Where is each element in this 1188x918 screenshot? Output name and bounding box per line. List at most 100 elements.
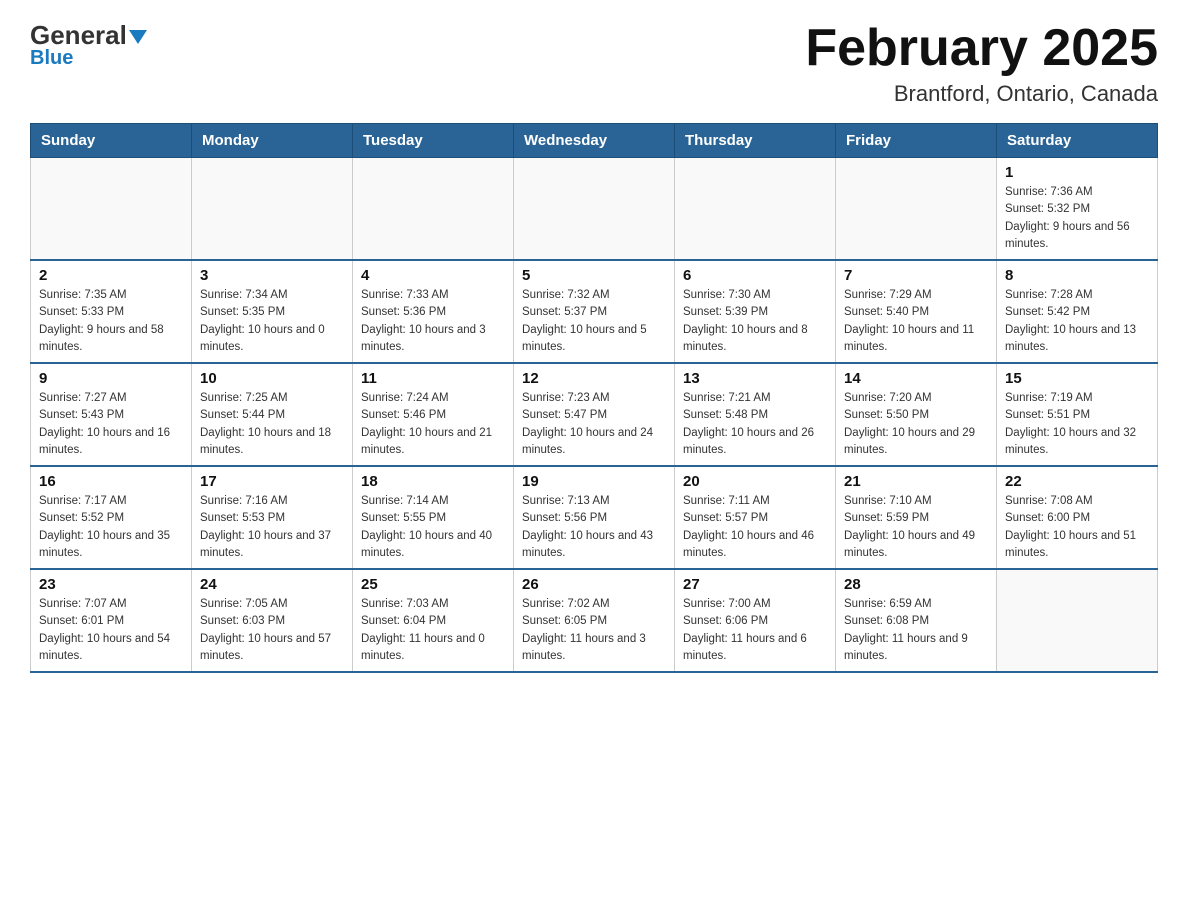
day-info: Sunrise: 7:07 AMSunset: 6:01 PMDaylight:… xyxy=(39,596,183,665)
calendar-day-cell: 6 Sunrise: 7:30 AMSunset: 5:39 PMDaylight… xyxy=(675,260,836,363)
day-info: Sunrise: 7:23 AMSunset: 5:47 PMDaylight:… xyxy=(522,390,666,459)
weekday-header-tuesday: Tuesday xyxy=(353,124,514,158)
page-header: General Blue February 2025 Brantford, On… xyxy=(30,20,1158,107)
day-number: 1 xyxy=(1005,164,1149,181)
calendar-title: February 2025 xyxy=(805,20,1158,77)
calendar-day-cell xyxy=(192,158,353,261)
calendar-day-cell: 26Sunrise: 7:02 AMSunset: 6:05 PMDayligh… xyxy=(514,569,675,672)
day-number: 25 xyxy=(361,576,505,593)
day-info: Sunrise: 7:08 AMSunset: 6:00 PMDaylight:… xyxy=(1005,493,1149,562)
calendar-week-row: 2 Sunrise: 7:35 AMSunset: 5:33 PMDaylight… xyxy=(31,260,1158,363)
day-info: Sunrise: 7:32 AMSunset: 5:37 PMDaylight:… xyxy=(522,287,666,356)
title-area: February 2025 Brantford, Ontario, Canada xyxy=(805,20,1158,107)
day-info: Sunrise: 7:30 AMSunset: 5:39 PMDaylight:… xyxy=(683,287,827,356)
calendar-day-cell: 1 Sunrise: 7:36 AMSunset: 5:32 PMDaylight… xyxy=(997,158,1158,261)
day-number: 4 xyxy=(361,267,505,284)
day-number: 28 xyxy=(844,576,988,593)
day-number: 21 xyxy=(844,473,988,490)
calendar-day-cell xyxy=(31,158,192,261)
calendar-day-cell: 27 Sunrise: 7:00 AMSunset: 6:06 PMDayligh… xyxy=(675,569,836,672)
day-number: 6 xyxy=(683,267,827,284)
day-info: Sunrise: 7:33 AMSunset: 5:36 PMDaylight:… xyxy=(361,287,505,356)
day-info: Sunrise: 7:29 AMSunset: 5:40 PMDaylight:… xyxy=(844,287,988,356)
calendar-day-cell: 8 Sunrise: 7:28 AMSunset: 5:42 PMDaylight… xyxy=(997,260,1158,363)
calendar-header-row: SundayMondayTuesdayWednesdayThursdayFrid… xyxy=(31,124,1158,158)
weekday-header-sunday: Sunday xyxy=(31,124,192,158)
day-info: Sunrise: 6:59 AMSunset: 6:08 PMDaylight:… xyxy=(844,596,988,665)
weekday-header-thursday: Thursday xyxy=(675,124,836,158)
calendar-day-cell: 9 Sunrise: 7:27 AMSunset: 5:43 PMDaylight… xyxy=(31,363,192,466)
day-info: Sunrise: 7:27 AMSunset: 5:43 PMDaylight:… xyxy=(39,390,183,459)
day-info: Sunrise: 7:24 AMSunset: 5:46 PMDaylight:… xyxy=(361,390,505,459)
calendar-day-cell: 11 Sunrise: 7:24 AMSunset: 5:46 PMDayligh… xyxy=(353,363,514,466)
calendar-day-cell: 12 Sunrise: 7:23 AMSunset: 5:47 PMDayligh… xyxy=(514,363,675,466)
logo-triangle-icon xyxy=(129,30,147,44)
calendar-week-row: 23 Sunrise: 7:07 AMSunset: 6:01 PMDayligh… xyxy=(31,569,1158,672)
weekday-header-friday: Friday xyxy=(836,124,997,158)
day-number: 14 xyxy=(844,370,988,387)
day-info: Sunrise: 7:14 AMSunset: 5:55 PMDaylight:… xyxy=(361,493,505,562)
day-info: Sunrise: 7:11 AMSunset: 5:57 PMDaylight:… xyxy=(683,493,827,562)
calendar-day-cell: 24 Sunrise: 7:05 AMSunset: 6:03 PMDayligh… xyxy=(192,569,353,672)
day-number: 2 xyxy=(39,267,183,284)
day-info: Sunrise: 7:13 AMSunset: 5:56 PMDaylight:… xyxy=(522,493,666,562)
day-number: 16 xyxy=(39,473,183,490)
calendar-day-cell: 19 Sunrise: 7:13 AMSunset: 5:56 PMDayligh… xyxy=(514,466,675,569)
day-number: 11 xyxy=(361,370,505,387)
calendar-week-row: 9 Sunrise: 7:27 AMSunset: 5:43 PMDaylight… xyxy=(31,363,1158,466)
day-info: Sunrise: 7:00 AMSunset: 6:06 PMDaylight:… xyxy=(683,596,827,665)
calendar-day-cell xyxy=(997,569,1158,672)
day-number: 12 xyxy=(522,370,666,387)
day-info: Sunrise: 7:10 AMSunset: 5:59 PMDaylight:… xyxy=(844,493,988,562)
day-number: 19 xyxy=(522,473,666,490)
calendar-day-cell xyxy=(353,158,514,261)
calendar-day-cell xyxy=(675,158,836,261)
day-number: 10 xyxy=(200,370,344,387)
day-number: 9 xyxy=(39,370,183,387)
calendar-day-cell: 17Sunrise: 7:16 AMSunset: 5:53 PMDayligh… xyxy=(192,466,353,569)
day-number: 18 xyxy=(361,473,505,490)
calendar-day-cell: 2 Sunrise: 7:35 AMSunset: 5:33 PMDaylight… xyxy=(31,260,192,363)
day-info: Sunrise: 7:21 AMSunset: 5:48 PMDaylight:… xyxy=(683,390,827,459)
day-number: 27 xyxy=(683,576,827,593)
calendar-day-cell: 23 Sunrise: 7:07 AMSunset: 6:01 PMDayligh… xyxy=(31,569,192,672)
day-number: 23 xyxy=(39,576,183,593)
calendar-day-cell: 16 Sunrise: 7:17 AMSunset: 5:52 PMDayligh… xyxy=(31,466,192,569)
day-number: 7 xyxy=(844,267,988,284)
calendar-day-cell: 20Sunrise: 7:11 AMSunset: 5:57 PMDayligh… xyxy=(675,466,836,569)
calendar-day-cell: 18 Sunrise: 7:14 AMSunset: 5:55 PMDayligh… xyxy=(353,466,514,569)
calendar-day-cell: 13Sunrise: 7:21 AMSunset: 5:48 PMDayligh… xyxy=(675,363,836,466)
calendar-day-cell: 7 Sunrise: 7:29 AMSunset: 5:40 PMDaylight… xyxy=(836,260,997,363)
day-info: Sunrise: 7:19 AMSunset: 5:51 PMDaylight:… xyxy=(1005,390,1149,459)
calendar-day-cell: 22Sunrise: 7:08 AMSunset: 6:00 PMDayligh… xyxy=(997,466,1158,569)
calendar-day-cell: 15Sunrise: 7:19 AMSunset: 5:51 PMDayligh… xyxy=(997,363,1158,466)
logo: General Blue xyxy=(30,20,147,70)
calendar-day-cell xyxy=(514,158,675,261)
day-number: 17 xyxy=(200,473,344,490)
weekday-header-monday: Monday xyxy=(192,124,353,158)
day-info: Sunrise: 7:35 AMSunset: 5:33 PMDaylight:… xyxy=(39,287,183,356)
calendar-week-row: 16 Sunrise: 7:17 AMSunset: 5:52 PMDayligh… xyxy=(31,466,1158,569)
logo-blue-text: Blue xyxy=(30,47,73,70)
day-info: Sunrise: 7:28 AMSunset: 5:42 PMDaylight:… xyxy=(1005,287,1149,356)
calendar-day-cell: 5 Sunrise: 7:32 AMSunset: 5:37 PMDaylight… xyxy=(514,260,675,363)
day-info: Sunrise: 7:34 AMSunset: 5:35 PMDaylight:… xyxy=(200,287,344,356)
day-info: Sunrise: 7:03 AMSunset: 6:04 PMDaylight:… xyxy=(361,596,505,665)
calendar-day-cell: 28 Sunrise: 6:59 AMSunset: 6:08 PMDayligh… xyxy=(836,569,997,672)
weekday-header-wednesday: Wednesday xyxy=(514,124,675,158)
calendar-day-cell: 14 Sunrise: 7:20 AMSunset: 5:50 PMDayligh… xyxy=(836,363,997,466)
day-number: 8 xyxy=(1005,267,1149,284)
weekday-header-saturday: Saturday xyxy=(997,124,1158,158)
day-info: Sunrise: 7:20 AMSunset: 5:50 PMDaylight:… xyxy=(844,390,988,459)
calendar-week-row: 1 Sunrise: 7:36 AMSunset: 5:32 PMDaylight… xyxy=(31,158,1158,261)
calendar-subtitle: Brantford, Ontario, Canada xyxy=(805,81,1158,107)
day-number: 24 xyxy=(200,576,344,593)
calendar-day-cell: 25 Sunrise: 7:03 AMSunset: 6:04 PMDayligh… xyxy=(353,569,514,672)
calendar-day-cell xyxy=(836,158,997,261)
calendar-table: SundayMondayTuesdayWednesdayThursdayFrid… xyxy=(30,123,1158,673)
day-info: Sunrise: 7:05 AMSunset: 6:03 PMDaylight:… xyxy=(200,596,344,665)
day-info: Sunrise: 7:36 AMSunset: 5:32 PMDaylight:… xyxy=(1005,184,1149,253)
day-info: Sunrise: 7:17 AMSunset: 5:52 PMDaylight:… xyxy=(39,493,183,562)
calendar-day-cell: 3Sunrise: 7:34 AMSunset: 5:35 PMDaylight… xyxy=(192,260,353,363)
day-number: 5 xyxy=(522,267,666,284)
